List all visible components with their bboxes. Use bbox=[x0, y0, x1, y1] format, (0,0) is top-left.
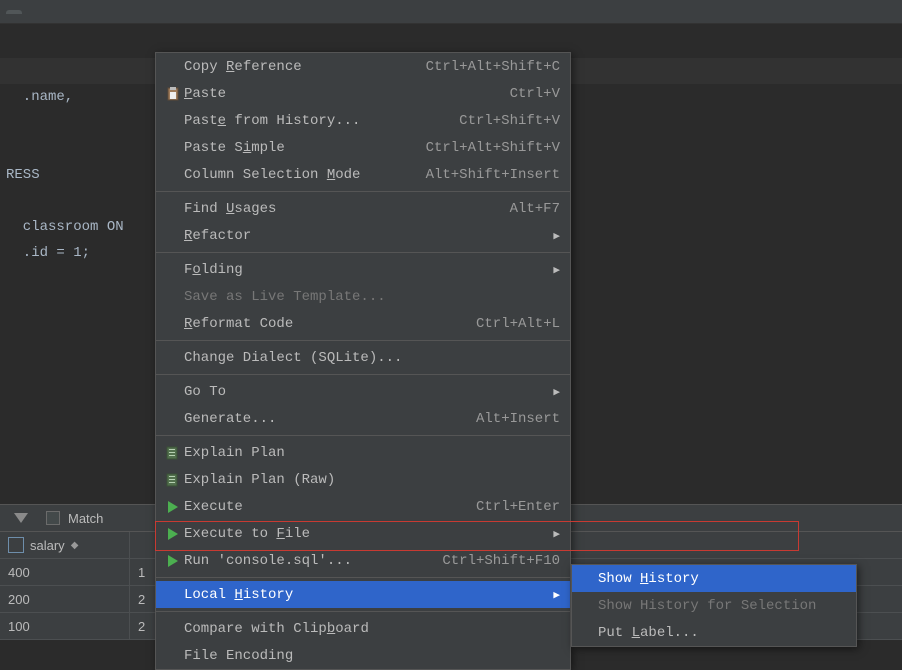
play-icon bbox=[162, 554, 184, 568]
menu-file-encoding[interactable]: File Encoding bbox=[156, 642, 570, 669]
menu-paste[interactable]: Paste Ctrl+V bbox=[156, 80, 570, 107]
menu-reformat-code[interactable]: Reformat Code Ctrl+Alt+L bbox=[156, 310, 570, 337]
menu-execute-to-file[interactable]: Execute to File ▶ bbox=[156, 520, 570, 547]
menu-column-selection-mode[interactable]: Column Selection Mode Alt+Shift+Insert bbox=[156, 161, 570, 188]
play-icon bbox=[162, 500, 184, 514]
submenu-show-history-selection: Show History for Selection bbox=[572, 592, 856, 619]
menu-generate[interactable]: Generate... Alt+Insert bbox=[156, 405, 570, 432]
menu-execute[interactable]: Execute Ctrl+Enter bbox=[156, 493, 570, 520]
submenu-arrow-icon: ▶ bbox=[553, 229, 560, 243]
menu-refactor[interactable]: Refactor ▶ bbox=[156, 222, 570, 249]
sort-indicator: ◆ bbox=[71, 540, 79, 551]
local-history-submenu: Show History Show History for Selection … bbox=[571, 564, 857, 647]
explain-plan-icon bbox=[162, 445, 184, 461]
paste-icon bbox=[162, 86, 184, 102]
menu-copy-reference[interactable]: Copy Reference Ctrl+Alt+Shift+C bbox=[156, 53, 570, 80]
menu-save-live-template: Save as Live Template... bbox=[156, 283, 570, 310]
submenu-put-label[interactable]: Put Label... bbox=[572, 619, 856, 646]
submenu-arrow-icon: ▶ bbox=[553, 263, 560, 277]
editor-tabs bbox=[0, 0, 902, 24]
submenu-arrow-icon: ▶ bbox=[553, 588, 560, 602]
column-icon bbox=[8, 537, 24, 553]
column-header-salary[interactable]: salary ◆ bbox=[0, 532, 130, 558]
cell[interactable]: 100 bbox=[0, 613, 130, 639]
submenu-arrow-icon: ▶ bbox=[553, 385, 560, 399]
submenu-arrow-icon: ▶ bbox=[553, 527, 560, 541]
cell[interactable]: 200 bbox=[0, 586, 130, 612]
play-icon bbox=[162, 527, 184, 541]
menu-go-to[interactable]: Go To ▶ bbox=[156, 378, 570, 405]
menu-explain-plan-raw[interactable]: Explain Plan (Raw) bbox=[156, 466, 570, 493]
menu-explain-plan[interactable]: Explain Plan bbox=[156, 439, 570, 466]
menu-folding[interactable]: Folding ▶ bbox=[156, 256, 570, 283]
menu-run-console[interactable]: Run 'console.sql'... Ctrl+Shift+F10 bbox=[156, 547, 570, 574]
menu-paste-simple[interactable]: Paste Simple Ctrl+Alt+Shift+V bbox=[156, 134, 570, 161]
menu-find-usages[interactable]: Find Usages Alt+F7 bbox=[156, 195, 570, 222]
menu-paste-from-history[interactable]: Paste from History... Ctrl+Shift+V bbox=[156, 107, 570, 134]
explain-plan-icon bbox=[162, 472, 184, 488]
menu-change-dialect[interactable]: Change Dialect (SQLite)... bbox=[156, 344, 570, 371]
match-label: Match bbox=[68, 511, 103, 526]
cell[interactable]: 400 bbox=[0, 559, 130, 585]
menu-compare-clipboard[interactable]: Compare with Clipboard bbox=[156, 615, 570, 642]
editor-context-menu: Copy Reference Ctrl+Alt+Shift+C Paste Ct… bbox=[155, 52, 571, 670]
match-checkbox[interactable] bbox=[46, 511, 60, 525]
editor-tab[interactable] bbox=[6, 10, 22, 14]
submenu-show-history[interactable]: Show History bbox=[572, 565, 856, 592]
menu-local-history[interactable]: Local History ▶ bbox=[156, 581, 570, 608]
download-icon[interactable] bbox=[14, 513, 28, 523]
